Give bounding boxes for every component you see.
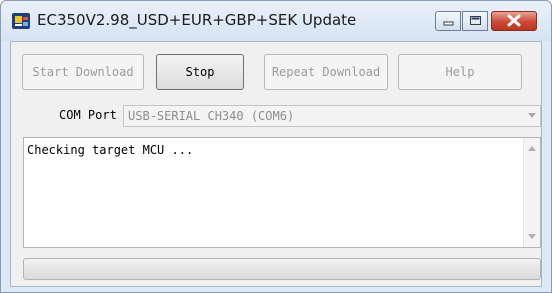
com-port-select[interactable]: USB-SERIAL CH340 (COM6) — [123, 105, 541, 127]
repeat-download-button[interactable]: Repeat Download — [264, 54, 388, 90]
maximize-button[interactable] — [462, 11, 488, 31]
help-button[interactable]: Help — [398, 54, 522, 90]
start-download-button[interactable]: Start Download — [22, 54, 144, 90]
com-port-value: USB-SERIAL CH340 (COM6) — [128, 109, 295, 123]
download-progress-bar — [23, 258, 541, 280]
com-port-label: COM Port — [59, 108, 117, 122]
title-bar[interactable]: EC350V2.98_USD+EUR+GBP+SEK Update — [1, 1, 551, 41]
app-chip-icon — [11, 11, 31, 31]
update-window: EC350V2.98_USD+EUR+GBP+SEK Update Start … — [0, 0, 552, 293]
minimize-button[interactable] — [435, 11, 461, 31]
client-area: Start Download Stop Repeat Download Help… — [10, 41, 542, 287]
scroll-down-icon[interactable] — [528, 234, 536, 239]
scroll-up-icon[interactable] — [528, 146, 536, 151]
close-icon — [507, 14, 521, 27]
log-output[interactable]: Checking target MCU ... — [23, 137, 541, 248]
chevron-down-icon[interactable] — [528, 113, 536, 118]
window-title: EC350V2.98_USD+EUR+GBP+SEK Update — [37, 11, 357, 29]
minimize-icon — [443, 21, 454, 26]
log-text: Checking target MCU ... — [27, 143, 194, 157]
stop-button[interactable]: Stop — [156, 54, 244, 90]
log-scrollbar[interactable] — [523, 138, 540, 247]
close-button[interactable] — [491, 11, 537, 31]
maximize-icon — [470, 16, 481, 25]
